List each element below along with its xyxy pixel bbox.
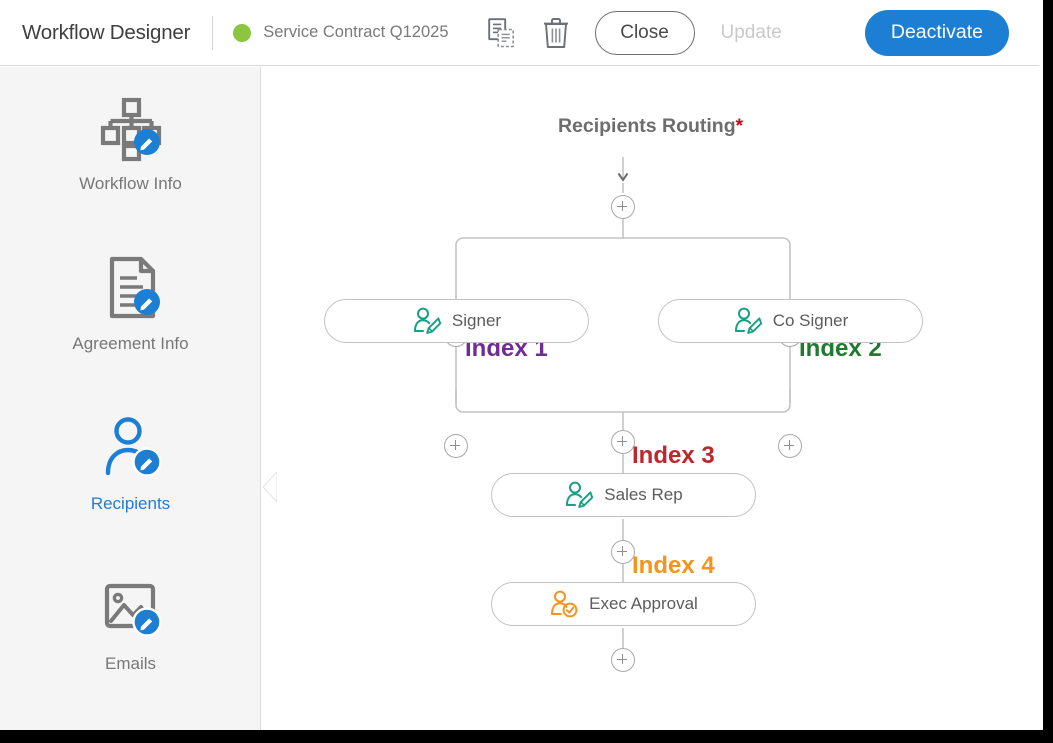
recipient-node-co-signer[interactable]: Co Signer — [658, 299, 923, 343]
recipient-node-sales-rep[interactable]: Sales Rep — [491, 473, 756, 517]
document-edit-icon — [97, 252, 165, 324]
canvas-title-text: Recipients Routing — [558, 115, 736, 137]
index-label-3: Index 3 — [632, 442, 715, 470]
index-label-4: Index 4 — [632, 552, 715, 580]
sidebar-item-label: Recipients — [91, 494, 170, 514]
copy-document-icon[interactable] — [485, 16, 519, 50]
trash-icon[interactable] — [539, 15, 573, 51]
email-image-edit-icon — [97, 572, 165, 644]
update-button[interactable]: Update — [721, 22, 782, 44]
add-node-index2-below[interactable] — [778, 434, 802, 458]
sidebar-item-workflow-info[interactable]: Workflow Info — [0, 92, 261, 194]
page-title: Workflow Designer — [22, 21, 190, 45]
workflow-canvas: Recipients Routing* — [262, 67, 1039, 730]
window-frame-bottom — [0, 730, 1053, 743]
sidebar: Workflow Info Agreement Info — [0, 67, 261, 730]
sidebar-item-label: Emails — [105, 654, 156, 674]
signer-pen-icon — [733, 307, 763, 335]
recipient-label: Co Signer — [773, 311, 849, 331]
toolbar-divider — [212, 16, 213, 50]
flow-connectors — [262, 67, 1039, 730]
close-button[interactable]: Close — [595, 11, 695, 55]
workflow-org-chart-edit-icon — [97, 92, 165, 164]
signer-pen-icon — [412, 307, 442, 335]
sidebar-item-label: Agreement Info — [72, 334, 188, 354]
sidebar-item-label: Workflow Info — [79, 174, 182, 194]
add-node-bottom[interactable] — [611, 648, 635, 672]
recipient-node-exec-approval[interactable]: Exec Approval — [491, 582, 756, 626]
signer-pen-icon — [564, 481, 594, 509]
person-edit-icon — [97, 412, 165, 484]
top-toolbar: Workflow Designer Service Contract Q1202… — [0, 0, 1043, 66]
status-badge — [233, 24, 251, 42]
required-asterisk: * — [736, 116, 743, 137]
sidebar-item-recipients[interactable]: Recipients — [0, 412, 261, 514]
workflow-designer-window: Workflow Designer Service Contract Q1202… — [0, 0, 1053, 743]
recipient-node-signer[interactable]: Signer — [324, 299, 589, 343]
canvas-title: Recipients Routing* — [262, 115, 1039, 138]
add-node-top[interactable] — [611, 195, 635, 219]
document-name: Service Contract Q12025 — [263, 23, 448, 42]
approver-check-icon — [549, 590, 579, 618]
add-node-index1-below[interactable] — [444, 434, 468, 458]
sidebar-item-emails[interactable]: Emails — [0, 572, 261, 674]
sidebar-item-agreement-info[interactable]: Agreement Info — [0, 252, 261, 354]
deactivate-button[interactable]: Deactivate — [865, 10, 1009, 56]
chevron-left-icon[interactable] — [262, 472, 277, 502]
window-frame-right — [1043, 0, 1053, 743]
recipient-label: Exec Approval — [589, 594, 698, 614]
recipient-label: Signer — [452, 311, 501, 331]
recipient-label: Sales Rep — [604, 485, 682, 505]
